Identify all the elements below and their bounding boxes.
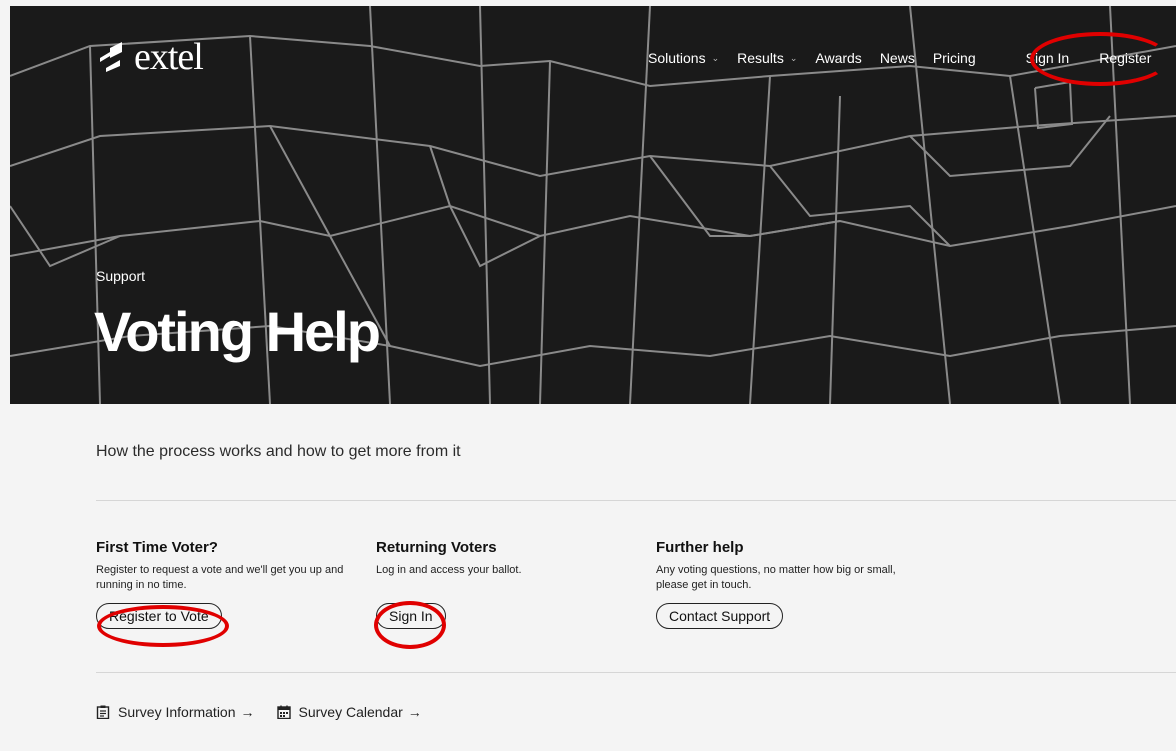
nav-item-label: Solutions [648,50,706,66]
intro-text: How the process works and how to get mor… [96,443,461,460]
nav-register-link[interactable]: Register [1099,50,1151,66]
section-heading: Returning Voters [376,539,497,556]
arrow-right-icon: → [240,704,255,720]
section-heading: First Time Voter? [96,539,218,556]
arrow-right-icon: → [407,704,422,720]
section-text: Any voting questions, no matter how big … [656,564,896,591]
hero-banner: extel Solutions ⌄ Results ⌄ Awards News … [10,6,1176,404]
register-to-vote-button[interactable]: Register to Vote [96,603,222,629]
extel-logo[interactable]: extel [96,36,204,78]
page: extel Solutions ⌄ Results ⌄ Awards News … [0,0,1176,751]
nav-item-awards[interactable]: Awards [815,50,861,66]
survey-information-link[interactable]: Survey Information → [96,704,255,720]
calendar-icon [276,705,291,719]
nav-item-results[interactable]: Results ⌄ [737,50,797,66]
chevron-down-icon: ⌄ [789,52,798,63]
section-text: Log in and access your ballot. [376,564,522,576]
further-help-section: Further help Any voting questions, no ma… [656,539,916,629]
nav-item-news[interactable]: News [880,50,915,66]
nav-item-solutions[interactable]: Solutions ⌄ [648,50,719,66]
contact-support-button[interactable]: Contact Support [656,603,784,629]
section-heading: Further help [656,539,744,556]
chevron-down-icon: ⌄ [711,52,720,63]
brand-name: extel [134,36,204,78]
link-label: Survey Information [118,704,236,720]
nav-sign-in-link[interactable]: Sign In [1026,50,1070,66]
hero-eyebrow: Support [96,268,146,284]
clipboard-icon [96,705,110,719]
main-nav: Solutions ⌄ Results ⌄ Awards News Pricin… [648,50,1169,66]
footer-links: Survey Information → Survey Calendar → [96,704,444,720]
nav-item-pricing[interactable]: Pricing [933,50,976,66]
sign-in-button[interactable]: Sign In [376,603,446,629]
divider [96,500,1176,501]
survey-calendar-link[interactable]: Survey Calendar → [276,704,422,720]
page-title: Voting Help [94,300,381,363]
nav-item-label: Results [737,50,784,66]
returning-voters-section: Returning Voters Log in and access your … [376,539,636,629]
divider [96,672,1176,673]
first-time-voter-section: First Time Voter? Register to request a … [96,539,356,629]
link-label: Survey Calendar [298,704,403,720]
extel-logo-icon [100,42,122,72]
section-text: Register to request a vote and we'll get… [96,564,344,591]
